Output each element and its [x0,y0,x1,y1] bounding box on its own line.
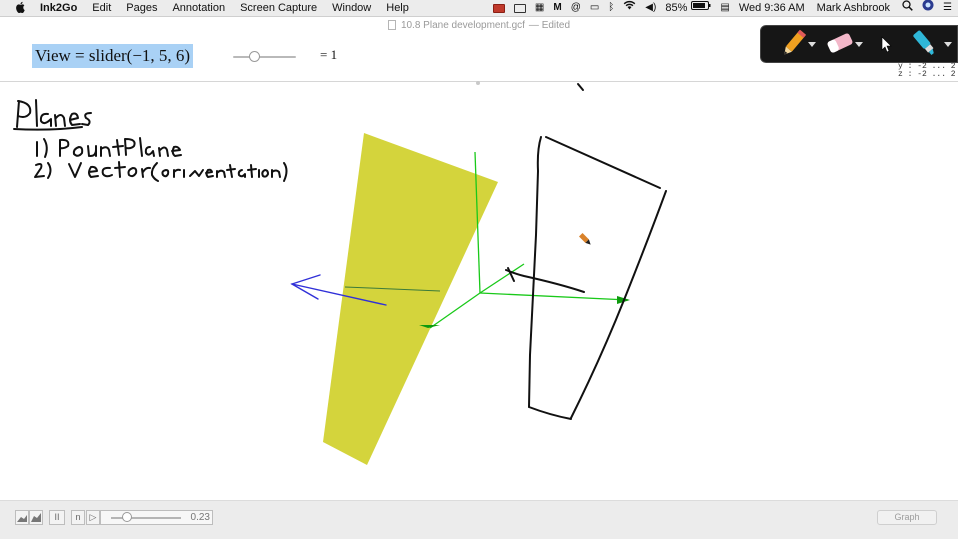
axis-range-readout: y : -2 ... 2 z : -2 ... 2 [898,62,956,79]
notification-center-icon[interactable]: ☰ [943,0,952,16]
malwarebytes-icon[interactable]: M [553,0,561,16]
airplay-icon[interactable]: ▭ [590,0,599,16]
menu-window[interactable]: Window [332,2,371,14]
window-edited-status: — Edited [528,19,571,31]
pen-icon [784,29,807,55]
slow-speed-button[interactable] [15,510,29,525]
spotlight-search-icon[interactable] [902,0,913,17]
menu-edit[interactable]: Edit [92,2,111,14]
play-button[interactable]: ▷ [86,510,100,525]
animation-slider[interactable]: 0.23 [100,510,213,525]
fast-speed-button[interactable] [29,510,43,525]
graph-button[interactable]: Graph [877,510,937,525]
animation-bar: II n ▷ 0.23 Graph [0,500,958,539]
eraser-options-chevron-icon[interactable] [855,42,863,47]
menu-bar: Ink2Go Edit Pages Annotation Screen Capt… [0,0,958,17]
fast-speed-icon [31,513,41,522]
screen-icon[interactable] [513,3,526,13]
volume-icon[interactable]: ◀) [645,0,656,16]
pen-options-chevron-icon[interactable] [808,42,816,47]
animation-value: 0.23 [190,512,210,523]
view-slider-knob[interactable] [248,51,260,62]
step-n-button[interactable]: n [71,510,85,525]
apple-icon[interactable] [14,1,28,16]
record-icon[interactable] [492,3,505,13]
eraser-tool-button[interactable] [823,26,859,62]
slow-speed-icon [17,515,27,522]
at-icon[interactable]: @ [571,0,581,16]
highlighter-icon [913,30,934,56]
battery-icon[interactable] [691,0,711,16]
window-title: 10.8 Plane development.gcf [400,19,525,31]
calendar-icon[interactable]: ▤ [720,0,729,16]
pen-cursor-icon [578,232,591,245]
wifi-icon[interactable] [623,0,636,16]
menu-pages[interactable]: Pages [126,2,157,14]
pause-button[interactable]: II [49,510,65,525]
view-slider-value: = 1 [320,47,338,62]
animation-slider-knob[interactable] [122,512,133,522]
highlighter-options-chevron-icon[interactable] [944,42,952,47]
highlighter-tool-button[interactable] [907,26,943,62]
grid-icon[interactable]: ▦ [535,0,544,16]
status-area: ▦ M @ ▭ ᛒ ◀) 85% ▤ Wed 9:36 AM Mark Ashb… [492,0,958,17]
document-icon [387,20,396,30]
eraser-icon [827,33,853,53]
user-name[interactable]: Mark Ashbrook [817,2,890,14]
menu-annotation[interactable]: Annotation [172,2,225,14]
menu-app-ink2go[interactable]: Ink2Go [40,2,77,14]
ink2go-toolbar [760,25,958,63]
view-slider-expression[interactable]: View = slider(−1, 5, 6) [32,44,194,68]
pointer-icon [881,36,892,53]
bluetooth-icon[interactable]: ᛒ [608,0,614,16]
battery-percent: 85% [665,2,688,14]
menu-help[interactable]: Help [386,2,409,14]
siri-icon[interactable] [922,0,934,17]
clock[interactable]: Wed 9:36 AM [739,2,805,14]
menu-screen-capture[interactable]: Screen Capture [240,2,317,14]
graph-canvas[interactable] [0,82,958,500]
view-slider[interactable] [233,51,296,62]
pointer-tool-button[interactable] [875,26,895,62]
